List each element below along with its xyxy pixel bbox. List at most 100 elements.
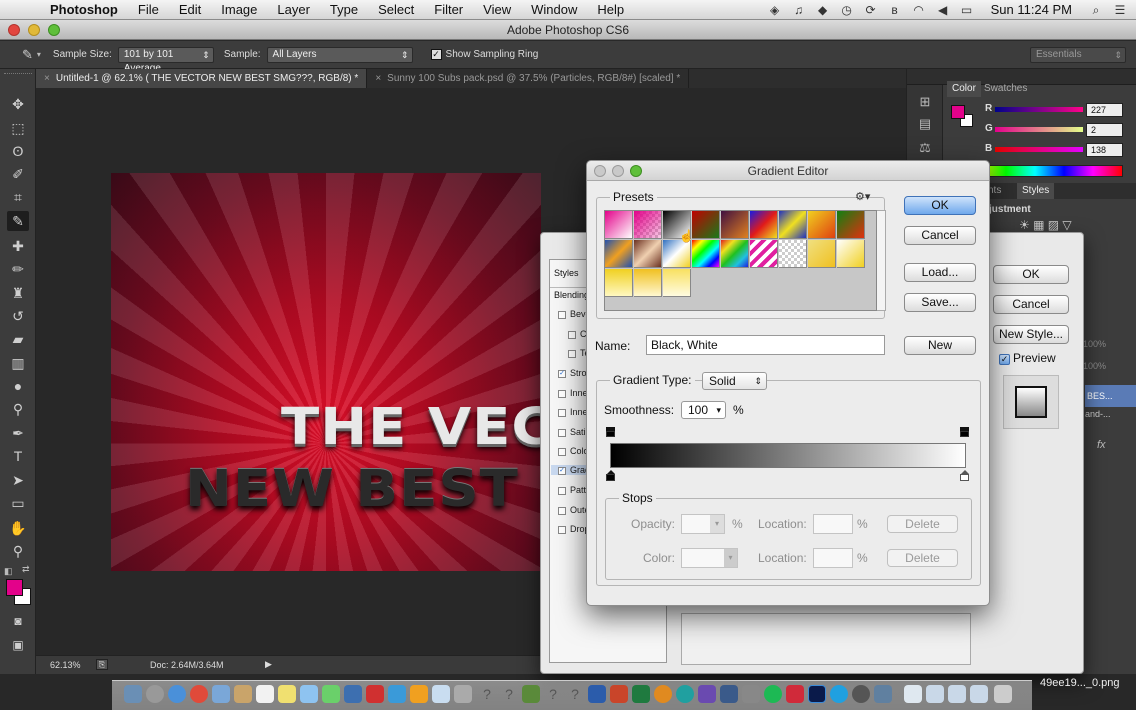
close-tab-icon[interactable]: ×	[375, 73, 381, 84]
gradient-type-select[interactable]: Solid ⇕	[702, 372, 767, 390]
preset-swatch[interactable]	[779, 211, 807, 239]
tab-sunny-pack[interactable]: × Sunny 100 Subs pack.psd @ 37.5% (Partic…	[367, 69, 690, 88]
opacity-field[interactable]: ▾	[681, 514, 725, 534]
presets-gear-icon[interactable]: ⚙▾	[855, 190, 870, 203]
green-slider[interactable]	[995, 127, 1083, 132]
style-drop-shadow[interactable]: Drop	[558, 524, 590, 534]
layer-row[interactable]: and-...	[1085, 409, 1111, 419]
checkbox[interactable]	[558, 525, 566, 534]
preset-swatch[interactable]	[634, 211, 662, 239]
workspace-select[interactable]: Essentials	[1030, 46, 1126, 63]
crop-tool-icon[interactable]: ⌗	[7, 187, 29, 207]
app-icon[interactable]	[676, 685, 694, 703]
fill-value[interactable]: 100%	[1083, 361, 1106, 371]
preset-swatch[interactable]	[779, 240, 807, 268]
checkbox[interactable]	[558, 486, 566, 495]
facetime-icon[interactable]	[322, 685, 340, 703]
evernote-icon[interactable]: ◈	[767, 3, 783, 17]
preset-swatch[interactable]	[634, 269, 662, 297]
volume-icon[interactable]: ◀	[935, 3, 951, 17]
system-prefs-icon[interactable]	[454, 685, 472, 703]
layer-style-ok-button[interactable]: OK	[993, 265, 1069, 284]
app-store-icon[interactable]	[388, 685, 406, 703]
color-stop-white[interactable]	[960, 470, 969, 481]
gradient-tool-icon[interactable]: ▥	[7, 353, 29, 373]
sample-size-select[interactable]: 101 by 101 Average	[117, 46, 214, 74]
default-colors-icon[interactable]: ◧	[4, 566, 13, 577]
delete-opacity-stop-button[interactable]: Delete	[887, 515, 958, 533]
itunes-icon[interactable]	[698, 685, 716, 703]
checkbox[interactable]	[558, 408, 566, 417]
document-canvas[interactable]: THE VECTOR NEW BEST SMG	[111, 173, 541, 571]
menu-edit[interactable]: Edit	[169, 2, 211, 17]
checkbox[interactable]	[558, 389, 566, 398]
sync-icon[interactable]: ⟳	[863, 3, 879, 17]
quick-mask-icon[interactable]: ◙	[7, 611, 29, 631]
unknown-app-icon[interactable]: ?	[478, 685, 496, 703]
layer-row-selected[interactable]: BES...	[1085, 385, 1136, 407]
brush-tool-icon[interactable]: ✏	[7, 259, 29, 279]
toolbar-grip[interactable]	[4, 73, 32, 77]
preset-swatch[interactable]	[837, 240, 865, 268]
photoshop-icon[interactable]	[808, 685, 826, 703]
preset-swatch[interactable]	[605, 269, 633, 297]
battery-icon[interactable]: ▭	[959, 3, 975, 17]
pen-tool-icon[interactable]: ✒	[7, 423, 29, 443]
clone-stamp-tool-icon[interactable]: ♜	[7, 283, 29, 303]
menu-layer[interactable]: Layer	[267, 2, 320, 17]
gradient-save-button[interactable]: Save...	[904, 293, 976, 312]
preset-swatch[interactable]	[692, 211, 720, 239]
minimize-dialog-button[interactable]	[612, 165, 624, 177]
mail-icon[interactable]	[212, 685, 230, 703]
checkbox[interactable]	[558, 506, 566, 515]
menu-type[interactable]: Type	[320, 2, 368, 17]
unknown-app-icon[interactable]: ?	[566, 685, 584, 703]
preset-swatch[interactable]	[663, 240, 691, 268]
green-value-field[interactable]	[1086, 123, 1123, 137]
checkbox[interactable]: ✓	[558, 369, 566, 378]
gradient-preview-bar[interactable]	[610, 443, 966, 468]
actions-panel-icon[interactable]: ⚖	[915, 139, 935, 157]
calendar-icon[interactable]	[256, 685, 274, 703]
menu-file[interactable]: File	[128, 2, 169, 17]
menu-view[interactable]: View	[473, 2, 521, 17]
opacity-stop-left[interactable]	[606, 427, 615, 438]
stop-color-picker[interactable]: ▾	[681, 548, 738, 568]
gradient-name-field[interactable]	[646, 335, 885, 355]
styles-header[interactable]: Styles	[554, 268, 579, 278]
gradient-load-button[interactable]: Load...	[904, 263, 976, 282]
close-window-button[interactable]	[8, 24, 20, 36]
layer-effects-fx-icon[interactable]: fx	[1097, 439, 1106, 451]
preset-swatch[interactable]	[634, 240, 662, 268]
safari-icon[interactable]	[168, 685, 186, 703]
blue-slider[interactable]	[995, 147, 1083, 152]
presets-scrollbar[interactable]	[877, 210, 886, 311]
status-icon[interactable]: ⎘	[96, 659, 108, 670]
gradient-ok-button[interactable]: OK	[904, 196, 976, 215]
skype-icon[interactable]	[830, 685, 848, 703]
unknown-app-icon[interactable]: ?	[500, 685, 518, 703]
color-location-field[interactable]	[813, 548, 853, 568]
red-slider[interactable]	[995, 107, 1083, 112]
new-style-button[interactable]: New Style...	[993, 325, 1069, 344]
color-panel-fg-swatch[interactable]	[951, 105, 965, 119]
menu-select[interactable]: Select	[368, 2, 424, 17]
opacity-stop-right[interactable]	[960, 427, 969, 438]
close-dialog-button[interactable]	[594, 165, 606, 177]
history-brush-tool-icon[interactable]: ↺	[7, 306, 29, 326]
status-menu-arrow-icon[interactable]: ▶	[265, 659, 272, 670]
preset-swatch[interactable]	[721, 240, 749, 268]
preset-swatch[interactable]	[721, 211, 749, 239]
minecraft-icon[interactable]	[522, 685, 540, 703]
time-machine-icon[interactable]: ◷	[839, 3, 855, 17]
close-tab-icon[interactable]: ×	[44, 73, 50, 84]
show-sampling-ring-checkbox[interactable]: ✓	[430, 49, 442, 60]
opacity-value[interactable]: 100%	[1083, 339, 1106, 349]
ibooks-icon[interactable]	[410, 685, 428, 703]
app-icon[interactable]	[786, 685, 804, 703]
delete-color-stop-button[interactable]: Delete	[887, 549, 958, 567]
dodge-tool-icon[interactable]: ⚲	[7, 399, 29, 419]
app-icon[interactable]	[852, 685, 870, 703]
outlook-icon[interactable]	[654, 685, 672, 703]
powerpoint-icon[interactable]	[610, 685, 628, 703]
